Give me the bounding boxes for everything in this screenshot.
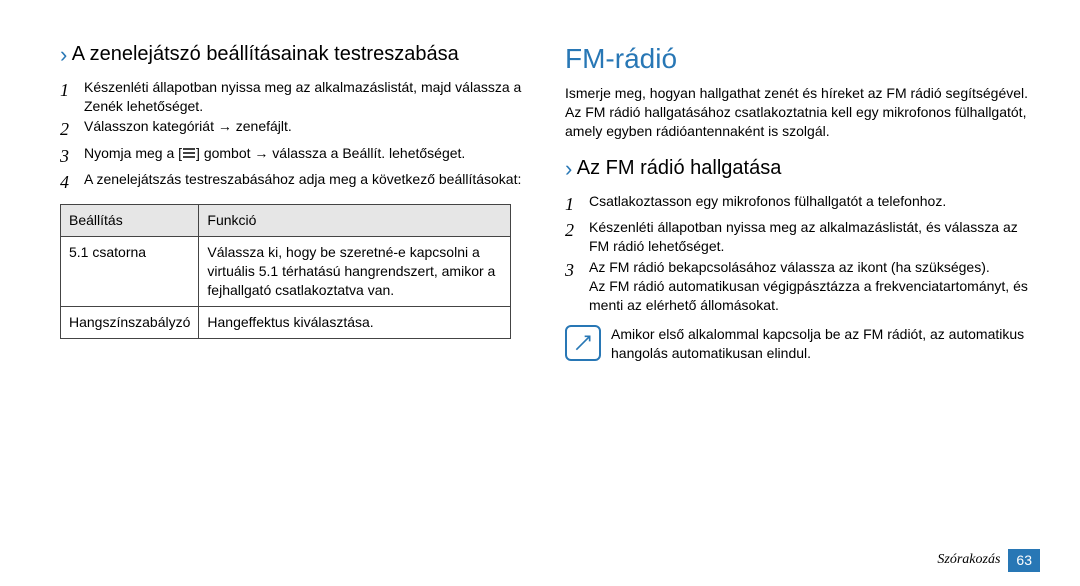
left-heading: › A zenelejátszó beállításainak testresz…	[60, 40, 535, 70]
step-row: 4A zenelejátszás testreszabásához adja m…	[60, 170, 535, 194]
table-header-cell: Beállítás	[61, 205, 199, 237]
table-row: 5.1 csatorna Válassza ki, hogy be szeret…	[61, 237, 511, 307]
table-header-cell: Funkció	[199, 205, 511, 237]
page-number: 63	[1008, 549, 1040, 572]
step-row: 2Válasszon kategóriát → zenefájlt.	[60, 117, 535, 141]
note-box: Amikor első alkalommal kapcsolja be az F…	[565, 325, 1040, 363]
table-cell: Hangszínszabályzó	[61, 306, 199, 338]
settings-table: Beállítás Funkció 5.1 csatorna Válassza …	[60, 204, 511, 338]
step-number: 1	[60, 78, 84, 116]
step-text: A zenelejátszás testreszabásához adja me…	[84, 170, 535, 194]
right-subheading-text: Az FM rádió hallgatása	[577, 158, 782, 180]
menu-icon	[182, 145, 196, 164]
step-text: Válasszon kategóriát → zenefájlt.	[84, 117, 535, 141]
chevron-right-icon: ›	[565, 156, 572, 181]
step-row: 3Az FM rádió bekapcsolásához válassza az…	[565, 258, 1040, 315]
step-row: 1Készenléti állapotban nyissa meg az alk…	[60, 78, 535, 116]
step-row: 3 Nyomja meg a [] gombot → válassza a Be…	[60, 144, 535, 168]
chevron-right-icon: ›	[60, 42, 67, 67]
note-text: Amikor első alkalommal kapcsolja be az F…	[611, 325, 1040, 363]
step-number: 3	[565, 258, 589, 315]
table-cell: Hangeffektus kiválasztása.	[199, 306, 511, 338]
left-heading-text: A zenelejátszó beállításainak testreszab…	[72, 43, 459, 65]
step-row: 1Csatlakoztasson egy mikrofonos fülhallg…	[565, 192, 1040, 216]
step-number: 2	[60, 117, 84, 141]
step-number: 4	[60, 170, 84, 194]
right-subheading: › Az FM rádió hallgatása	[565, 154, 1040, 184]
footer-section: Szórakozás	[937, 551, 1000, 570]
step-number: 3	[60, 144, 84, 168]
table-header-row: Beállítás Funkció	[61, 205, 511, 237]
step-text: Készenléti állapotban nyissa meg az alka…	[84, 78, 535, 116]
step-text: Készenléti állapotban nyissa meg az alka…	[589, 218, 1040, 256]
step-number: 2	[565, 218, 589, 256]
fm-radio-title: FM-rádió	[565, 40, 1040, 78]
note-icon	[565, 325, 601, 361]
table-row: Hangszínszabályzó Hangeffektus kiválaszt…	[61, 306, 511, 338]
step-text: Az FM rádió bekapcsolásához válassza az …	[589, 258, 1040, 315]
table-cell: Válassza ki, hogy be szeretné-e kapcsoln…	[199, 237, 511, 307]
step-number: 1	[565, 192, 589, 216]
step-text: Csatlakoztasson egy mikrofonos fülhallga…	[589, 192, 1040, 216]
fm-radio-intro: Ismerje meg, hogyan hallgathat zenét és …	[565, 84, 1040, 141]
table-cell: 5.1 csatorna	[61, 237, 199, 307]
page-footer: Szórakozás 63	[937, 549, 1040, 572]
step-text: Nyomja meg a [] gombot → válassza a Beál…	[84, 144, 535, 168]
step-row: 2Készenléti állapotban nyissa meg az alk…	[565, 218, 1040, 256]
